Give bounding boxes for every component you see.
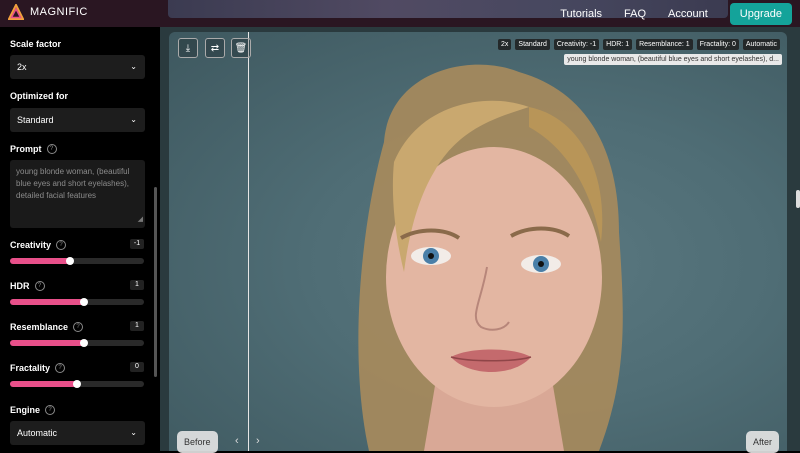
creativity-label-text: Creativity	[10, 240, 52, 250]
tag-optimized: Standard	[515, 39, 550, 50]
download-button[interactable]: ⤓	[178, 38, 198, 58]
resemblance-label: Resemblance ?	[10, 322, 84, 332]
fractality-label: Fractality ?	[10, 363, 66, 373]
optimized-for-select[interactable]: Standard ⌄	[10, 108, 145, 132]
prompt-text: young blonde woman, (beautiful blue eyes…	[16, 167, 130, 200]
help-icon[interactable]: ?	[45, 405, 56, 415]
nav-account[interactable]: Account	[668, 8, 708, 20]
prompt-label-text: Prompt	[10, 144, 42, 154]
creativity-label: Creativity ?	[10, 240, 67, 250]
scale-factor-label: Scale factor	[10, 39, 61, 49]
chevron-down-icon: ⌄	[130, 115, 137, 124]
canvas-area: ⤓ ⇄ 🗑 2x Standard Creativity: -1 HDR: 1 …	[160, 27, 800, 453]
help-icon[interactable]: ?	[73, 322, 84, 332]
slider-thumb[interactable]	[79, 298, 88, 306]
slider-thumb[interactable]	[66, 257, 75, 265]
engine-select[interactable]: Automatic ⌄	[10, 421, 145, 445]
engine-value: Automatic	[17, 428, 58, 438]
page-scrollbar[interactable]	[796, 190, 800, 208]
portrait-illustration	[358, 64, 623, 451]
after-button[interactable]: After	[746, 431, 780, 453]
top-nav: Tutorials FAQ Account Upgrade	[560, 0, 800, 27]
help-icon[interactable]: ?	[55, 363, 66, 373]
swap-icon: ⇄	[210, 43, 220, 54]
tag-engine: Automatic	[742, 39, 780, 50]
chevron-right-icon[interactable]: ›	[256, 435, 260, 447]
magnific-logo-icon	[8, 4, 24, 20]
before-button[interactable]: Before	[177, 431, 218, 453]
engine-label-text: Engine	[10, 405, 41, 415]
optimized-for-label: Optimized for	[10, 91, 68, 101]
trash-icon: 🗑	[234, 43, 248, 54]
chevron-down-icon: ⌄	[130, 62, 137, 71]
fractality-value: 0	[130, 362, 144, 372]
chevron-left-icon[interactable]: ‹	[235, 435, 239, 447]
settings-tags: 2x Standard Creativity: -1 HDR: 1 Resemb…	[498, 39, 780, 50]
before-after-divider[interactable]	[248, 32, 249, 451]
creativity-slider[interactable]	[10, 257, 144, 265]
brand[interactable]: MAGNIFIC	[8, 4, 88, 20]
resemblance-slider[interactable]	[10, 339, 144, 347]
resemblance-label-text: Resemblance	[10, 322, 69, 332]
optimized-for-value: Standard	[17, 115, 54, 125]
hdr-label-text: HDR	[10, 281, 30, 291]
engine-label: Engine ?	[10, 405, 56, 415]
tag-creativity: Creativity: -1	[553, 39, 600, 50]
brand-name: MAGNIFIC	[30, 6, 88, 18]
hdr-label: HDR ?	[10, 281, 45, 291]
scale-factor-label-text: Scale factor	[10, 39, 62, 49]
hdr-value: 1	[130, 280, 144, 290]
slider-thumb[interactable]	[73, 380, 81, 388]
slider-fill	[10, 381, 77, 387]
settings-sidebar: Scale factor 2x ⌄ Optimized for Standard…	[0, 27, 160, 451]
scale-factor-value: 2x	[17, 62, 27, 72]
fractality-slider[interactable]	[10, 380, 144, 388]
creativity-value: -1	[130, 239, 144, 249]
slider-fill	[10, 299, 84, 305]
prompt-label: Prompt ?	[10, 144, 57, 154]
nav-faq[interactable]: FAQ	[624, 8, 646, 20]
resemblance-value: 1	[130, 321, 144, 331]
top-bar: MAGNIFIC Tutorials FAQ Account Upgrade	[0, 0, 800, 27]
help-icon[interactable]: ?	[34, 281, 45, 291]
upscaled-portrait-image[interactable]	[169, 32, 787, 451]
tag-resemblance: Resemblance: 1	[636, 39, 693, 50]
tag-hdr: HDR: 1	[603, 39, 633, 50]
swap-button[interactable]: ⇄	[205, 38, 225, 58]
help-icon[interactable]: ?	[46, 144, 57, 154]
help-icon[interactable]: ?	[56, 240, 67, 250]
slider-thumb[interactable]	[79, 339, 88, 347]
tag-scale: 2x	[498, 39, 512, 50]
slider-fill	[10, 340, 84, 346]
scale-factor-select[interactable]: 2x ⌄	[10, 55, 145, 79]
prompt-tag: young blonde woman, (beautiful blue eyes…	[564, 54, 782, 65]
upgrade-button[interactable]: Upgrade	[729, 2, 792, 25]
optimized-for-label-text: Optimized for	[10, 91, 68, 101]
tag-fractality: Fractality: 0	[696, 39, 739, 50]
fractality-label-text: Fractality	[10, 363, 51, 373]
slider-fill	[10, 258, 71, 264]
download-icon: ⤓	[185, 43, 191, 54]
resize-handle-icon[interactable]: ◢	[138, 214, 143, 226]
prompt-textarea[interactable]: young blonde woman, (beautiful blue eyes…	[10, 160, 145, 228]
hdr-slider[interactable]	[10, 298, 144, 306]
chevron-down-icon: ⌄	[130, 428, 137, 437]
nav-tutorials[interactable]: Tutorials	[560, 8, 602, 20]
sidebar-scrollbar[interactable]	[154, 187, 157, 377]
delete-button[interactable]: 🗑	[231, 38, 251, 58]
